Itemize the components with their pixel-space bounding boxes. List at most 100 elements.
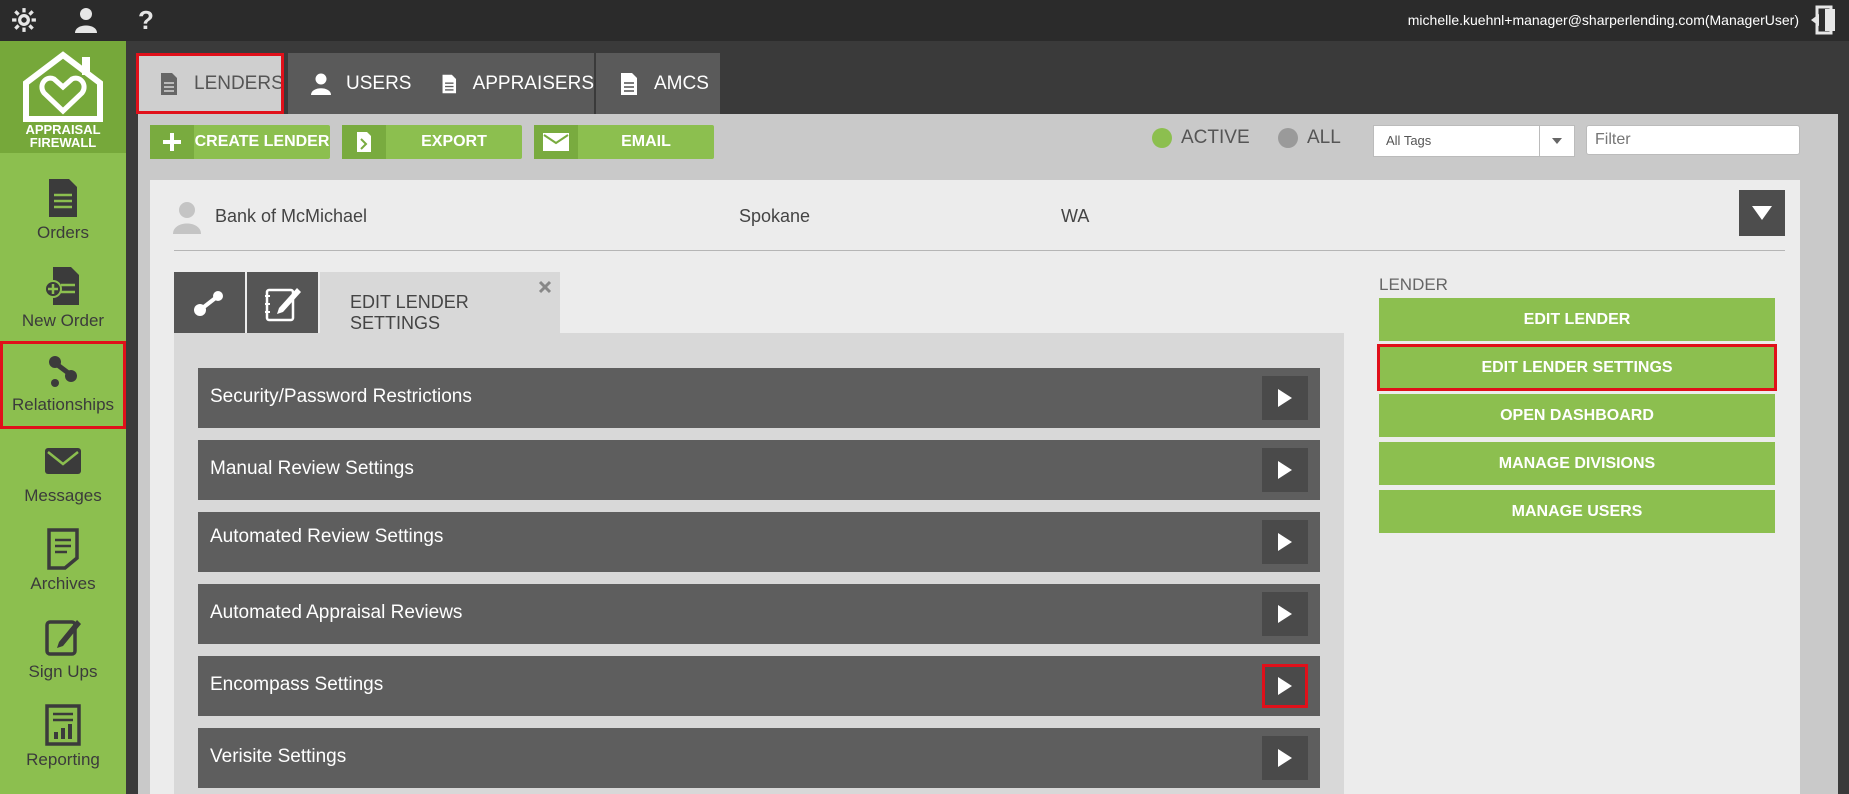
help-icon[interactable]: ? bbox=[130, 4, 162, 36]
create-lender-button[interactable]: CREATE LENDER bbox=[150, 125, 330, 159]
report-icon bbox=[45, 704, 81, 746]
settings-row-label: Security/Password Restrictions bbox=[210, 386, 472, 407]
user-icon[interactable] bbox=[70, 4, 102, 36]
settings-row-security[interactable]: Security/Password Restrictions bbox=[198, 368, 1320, 428]
sidebar-item-new-order[interactable]: New Order bbox=[0, 257, 126, 345]
open-dashboard-button[interactable]: OPEN DASHBOARD bbox=[1379, 394, 1775, 437]
tab-lenders[interactable]: LENDERS bbox=[136, 53, 284, 114]
lender-actions-heading: LENDER bbox=[1379, 275, 1448, 294]
play-icon[interactable] bbox=[1262, 376, 1308, 420]
tab-label: USERS bbox=[346, 72, 412, 94]
sidebar-item-relationships[interactable]: Relationships bbox=[0, 341, 126, 429]
settings-row-automated-review[interactable]: Automated Review Settings bbox=[198, 512, 1320, 572]
filter-input[interactable] bbox=[1586, 125, 1800, 155]
chevron-down-icon[interactable] bbox=[1539, 126, 1574, 156]
radio-unselected-icon bbox=[1278, 128, 1298, 148]
lender-city: Spokane bbox=[739, 206, 811, 226]
tab-label: LENDERS bbox=[194, 72, 284, 94]
appraisal-firewall-logo[interactable]: APPRAISAL FIREWALL bbox=[0, 41, 126, 153]
sidebar-item-archives[interactable]: Archives bbox=[0, 520, 126, 608]
manage-divisions-button[interactable]: MANAGE DIVISIONS bbox=[1379, 442, 1775, 485]
sidebar-item-sign-ups[interactable]: Sign Ups bbox=[0, 608, 126, 696]
user-icon bbox=[311, 73, 331, 95]
logout-icon[interactable] bbox=[1811, 5, 1841, 35]
lender-state: WA bbox=[1061, 206, 1090, 226]
filter-active-radio[interactable]: ACTIVE bbox=[1152, 127, 1250, 149]
tab-notes-icon[interactable] bbox=[247, 272, 318, 333]
settings-row-label: Verisite Settings bbox=[210, 746, 347, 767]
relationships-icon bbox=[49, 356, 77, 387]
tab-edit-lender-settings[interactable]: EDIT LENDER SETTINGS bbox=[320, 272, 560, 333]
sidebar-item-label: Relationships bbox=[11, 395, 115, 414]
document-icon bbox=[161, 72, 177, 95]
sidebar-item-label: Messages bbox=[24, 486, 102, 505]
edit-lender-settings-button[interactable]: EDIT LENDER SETTINGS bbox=[1377, 344, 1777, 391]
tags-select-value: All Tags bbox=[1386, 133, 1432, 148]
edit-lender-button[interactable]: EDIT LENDER bbox=[1379, 298, 1775, 341]
tab-label: APPRAISERS bbox=[472, 72, 594, 94]
envelope-icon bbox=[534, 125, 578, 159]
settings-row-verisite[interactable]: Verisite Settings bbox=[198, 728, 1320, 788]
tab-label: AMCS bbox=[654, 72, 709, 94]
play-icon[interactable] bbox=[1262, 736, 1308, 780]
logo-line2: FIREWALL bbox=[29, 135, 97, 150]
user-email: michelle.kuehnl+manager@sharperlending.c… bbox=[1407, 12, 1799, 28]
caret-down-icon bbox=[1752, 206, 1772, 220]
settings-row-label: Automated Review Settings bbox=[210, 526, 444, 547]
play-icon[interactable] bbox=[1262, 664, 1308, 708]
sidebar-item-label: Sign Ups bbox=[28, 662, 98, 681]
avatar-icon bbox=[173, 202, 201, 234]
button-label: EMAIL bbox=[621, 133, 671, 150]
tab-label: EDIT LENDER SETTINGS bbox=[350, 292, 469, 333]
export-button[interactable]: EXPORT bbox=[342, 125, 522, 159]
play-icon[interactable] bbox=[1262, 520, 1308, 564]
signup-icon bbox=[45, 620, 81, 656]
document-icon bbox=[442, 74, 457, 93]
sidebar-item-messages[interactable]: Messages bbox=[0, 432, 126, 520]
archive-icon bbox=[47, 528, 79, 570]
radio-label: ALL bbox=[1307, 127, 1341, 148]
sidebar-item-label: Orders bbox=[37, 223, 89, 242]
settings-panel: Security/Password Restrictions Manual Re… bbox=[174, 333, 1344, 794]
email-button[interactable]: EMAIL bbox=[534, 125, 714, 159]
sidebar-item-label: Archives bbox=[30, 574, 96, 593]
sidebar-item-label: Reporting bbox=[26, 750, 100, 769]
top-bar: ? michelle.kuehnl+manager@sharperlending… bbox=[0, 0, 1849, 41]
close-icon[interactable] bbox=[538, 280, 552, 294]
settings-row-manual-review[interactable]: Manual Review Settings bbox=[198, 440, 1320, 500]
radio-label: ACTIVE bbox=[1181, 127, 1250, 148]
button-label: EXPORT bbox=[421, 133, 487, 150]
plus-icon bbox=[150, 125, 194, 159]
tab-amcs[interactable]: AMCS bbox=[596, 53, 720, 114]
envelope-icon bbox=[45, 448, 81, 474]
manage-users-button[interactable]: MANAGE USERS bbox=[1379, 490, 1775, 533]
sidebar-item-label: New Order bbox=[21, 311, 105, 330]
divider bbox=[174, 250, 1785, 251]
settings-row-encompass[interactable]: Encompass Settings bbox=[198, 656, 1320, 716]
tab-appraisers[interactable]: APPRAISERS bbox=[418, 53, 594, 114]
lender-name: Bank of McMichael bbox=[215, 206, 368, 226]
button-label: CREATE LENDER bbox=[194, 133, 330, 150]
play-icon[interactable] bbox=[1262, 448, 1308, 492]
settings-row-label: Encompass Settings bbox=[210, 674, 384, 695]
sidebar: APPRAISAL FIREWALL Orders New Order Rela… bbox=[0, 41, 126, 794]
tab-relationship-icon[interactable] bbox=[174, 272, 245, 333]
sidebar-item-reporting[interactable]: Reporting bbox=[0, 696, 126, 784]
relationships-icon bbox=[194, 291, 223, 316]
document-icon bbox=[49, 179, 77, 217]
play-icon[interactable] bbox=[1262, 592, 1308, 636]
gear-icon[interactable] bbox=[8, 4, 40, 36]
expand-button[interactable] bbox=[1739, 190, 1785, 236]
notebook-edit-icon bbox=[265, 288, 301, 322]
tags-select[interactable]: All Tags bbox=[1373, 125, 1575, 157]
tab-users[interactable]: USERS bbox=[288, 53, 418, 114]
filter-all-radio[interactable]: ALL bbox=[1278, 127, 1341, 149]
lender-row[interactable]: Bank of McMichael Spokane WA bbox=[150, 180, 1800, 250]
settings-row-automated-appraisal-reviews[interactable]: Automated Appraisal Reviews bbox=[198, 584, 1320, 644]
settings-row-label: Automated Appraisal Reviews bbox=[210, 602, 463, 623]
document-icon bbox=[621, 72, 637, 95]
sidebar-item-orders[interactable]: Orders bbox=[0, 169, 126, 257]
settings-row-label: Manual Review Settings bbox=[210, 458, 414, 479]
new-order-icon bbox=[44, 267, 79, 305]
radio-selected-icon bbox=[1152, 128, 1172, 148]
